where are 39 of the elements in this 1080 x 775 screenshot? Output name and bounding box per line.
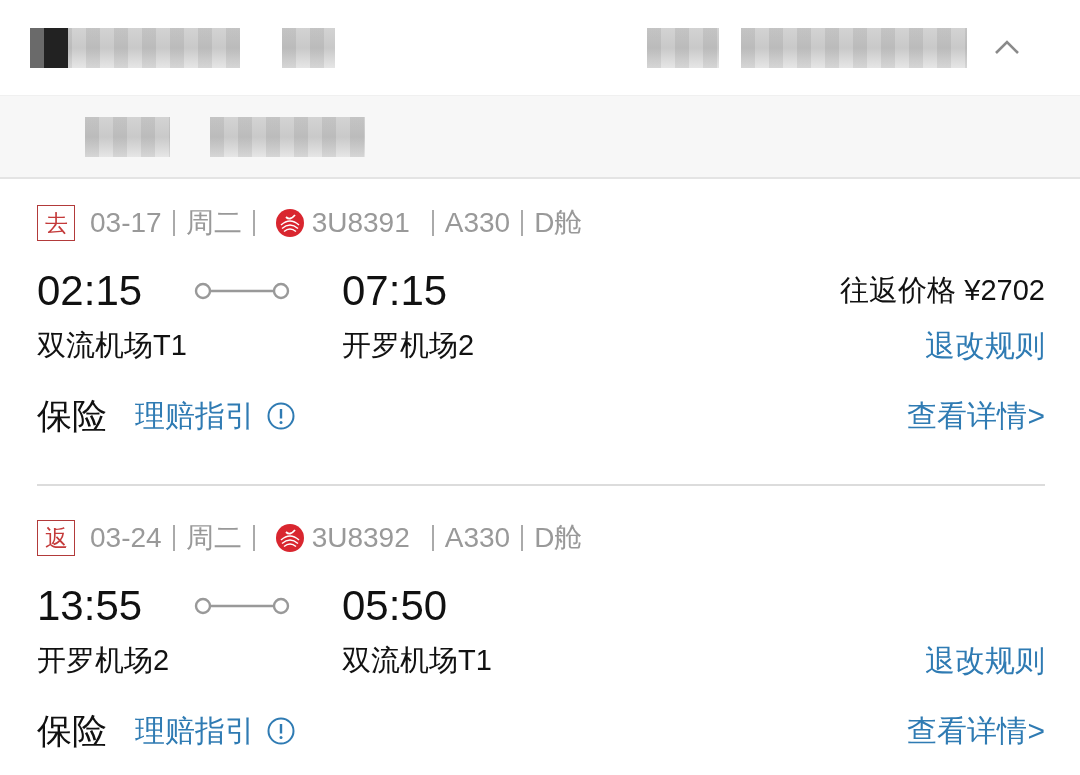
flight-number: 3U8391: [311, 207, 410, 239]
logo-icon: [275, 524, 304, 552]
arrival-airport: 双流机场T1: [342, 644, 492, 676]
direction-tag: 去: [37, 205, 75, 241]
alert-icon[interactable]: [267, 402, 295, 430]
blurred-block: [647, 27, 719, 68]
flight-number: 3U8392: [311, 522, 410, 554]
arrival-time: 07:15: [342, 267, 448, 314]
weekday-label: 周二: [185, 521, 242, 555]
departure-airport: 开罗机场2: [37, 644, 170, 676]
cabin-class: D舱: [534, 206, 583, 240]
details-link[interactable]: 查看详情>: [907, 710, 1045, 752]
price-label: 往返价格: [840, 274, 957, 306]
chevron-icon[interactable]: [994, 39, 1020, 56]
cabin-class: D舱: [534, 521, 583, 555]
arrival-time: 05:50: [342, 582, 448, 629]
refund-rules-link[interactable]: 退改规则: [925, 325, 1045, 367]
refund-rules-link[interactable]: 退改规则: [925, 640, 1045, 682]
logo-icon: [275, 209, 304, 237]
flight-date: 03-17: [90, 207, 162, 239]
details-link[interactable]: 查看详情>: [907, 395, 1045, 437]
insurance-label: 保险: [37, 709, 107, 752]
arrival-airport: 开罗机场2: [342, 329, 475, 361]
route-icon: [194, 282, 290, 300]
aircraft-type: A330: [444, 522, 511, 554]
alert-icon[interactable]: [267, 717, 295, 745]
claims-guide-link[interactable]: 理赔指引: [135, 710, 255, 752]
aircraft-type: A330: [444, 207, 511, 239]
departure-time: 13:55: [37, 582, 143, 629]
departure-time: 02:15: [37, 267, 143, 314]
route-icon: [194, 597, 290, 615]
blurred-block: [282, 27, 335, 68]
direction-tag: 返: [37, 520, 75, 556]
weekday-label: 周二: [185, 206, 242, 240]
insurance-label: 保险: [37, 394, 107, 437]
claims-guide-link[interactable]: 理赔指引: [135, 395, 255, 437]
departure-airport: 双流机场T1: [37, 329, 187, 361]
flight-date: 03-24: [90, 522, 162, 554]
price-amount: ¥2702: [964, 274, 1045, 306]
